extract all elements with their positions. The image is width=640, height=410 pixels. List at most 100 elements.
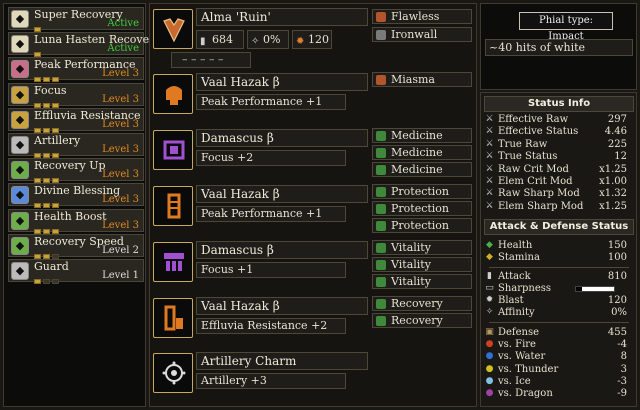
decoration-gem-icon	[376, 148, 386, 158]
status-value: x1.25	[599, 200, 627, 212]
weapon-slot-dash: – – – – –	[171, 52, 251, 68]
decoration-gem-icon	[376, 30, 386, 40]
separator	[489, 267, 629, 268]
decoration-name: Medicine	[391, 129, 443, 142]
phial-type-badge: Phial type: Impact	[519, 12, 613, 42]
status-label: True Status	[498, 151, 558, 163]
armor-slot[interactable]: Vaal Hazak β Effluvia Resistance +2 Recove…	[153, 296, 475, 348]
skill-level: Level 3	[102, 219, 139, 231]
decoration-gem-icon	[376, 260, 386, 270]
skill-name: Focus	[34, 83, 67, 97]
status-row: ⚔ Elem Crit Mod x1.00	[485, 176, 627, 188]
stat-row: ◆ Health 150	[485, 240, 627, 252]
armor-slot[interactable]: Damascus β Focus +1 Vitality Vitality Vitali…	[153, 240, 475, 292]
skill-row[interactable]: ◆ Divine Blessing Level 3	[8, 183, 144, 209]
decoration-gem-icon	[376, 187, 386, 197]
stat-value: 3	[620, 363, 627, 375]
skill-level-bars	[34, 173, 61, 184]
decoration-slot[interactable]: Vitality	[372, 274, 472, 289]
armor-slot[interactable]: Vaal Hazak β Peak Performance +1 Protectio…	[153, 184, 475, 236]
decoration-slot[interactable]: Vitality	[372, 257, 472, 272]
skill-level-bars	[34, 274, 61, 284]
skill-level-bars	[34, 22, 43, 32]
skill-level-bars	[34, 148, 61, 158]
decoration-name: Vitality	[391, 258, 431, 271]
armor-slot[interactable]: Damascus β Focus +2 Medicine Medicine Medici…	[153, 128, 475, 180]
stat-value: 150	[607, 240, 627, 251]
decoration-slot[interactable]: Recovery	[372, 313, 472, 328]
status-label: True Raw	[498, 138, 548, 150]
weapon-affinity: ✧ 0%	[247, 30, 289, 49]
chest-icon	[153, 130, 193, 170]
stat-label: Affinity	[498, 307, 535, 318]
decoration-gem-icon	[376, 204, 386, 214]
stat-value: -3	[617, 375, 627, 387]
skill-row[interactable]: ◆ Recovery Speed Level 2	[8, 233, 144, 259]
skill-level: Level 2	[102, 244, 139, 256]
decoration-name: Protection	[391, 202, 450, 215]
skill-row[interactable]: ◆ Super Recovery Active	[8, 7, 144, 32]
skill-row[interactable]: ◆ Effluvia Resistance Level 3	[8, 107, 144, 133]
artillery-icon: ◆	[11, 136, 29, 154]
stat-label: vs. Water	[498, 351, 546, 363]
health-icon: ◆	[486, 240, 493, 250]
decoration-slot[interactable]: Medicine	[372, 162, 472, 177]
armor-skill: Peak Performance +1	[196, 94, 346, 110]
stamina-icon: ◆	[486, 252, 493, 262]
skill-row[interactable]: ◆ Health Boost Level 3	[8, 208, 144, 234]
stat-label: Attack	[498, 271, 531, 282]
decoration-slot[interactable]: Medicine	[372, 128, 472, 143]
skill-row[interactable]: ◆ Guard Level 1	[8, 259, 144, 284]
status-label: Elem Sharp Mod	[498, 200, 584, 212]
attack-icon: ▮	[487, 271, 492, 281]
status-row: ⚔ True Status 12	[485, 151, 627, 163]
skill-level-bars	[34, 123, 61, 133]
skill-row[interactable]: ◆ Luna Hasten Recovery Active	[8, 32, 161, 58]
decoration-slot[interactable]: Ironwall	[372, 27, 472, 42]
separator	[489, 322, 629, 323]
decoration-name: Vitality	[391, 241, 431, 254]
decoration-slot[interactable]: Protection	[372, 218, 472, 233]
decoration-name: Protection	[391, 219, 450, 232]
skill-name: Artillery	[34, 134, 81, 147]
armor-skill: Focus +1	[196, 262, 346, 278]
stat-label: Sharpness	[498, 283, 552, 294]
fire-icon: ●	[485, 339, 494, 350]
status-value: x1.32	[599, 188, 627, 200]
armor-slot[interactable]: Vaal Hazak β Peak Performance +1 Miasma	[153, 72, 475, 124]
status-label: Effective Raw	[498, 114, 569, 125]
weapon-name: Alma 'Ruin'	[196, 8, 368, 26]
thunder-icon: ●	[485, 363, 494, 374]
armor-name: Vaal Hazak β	[196, 185, 368, 203]
charm-slot[interactable]: Artillery Charm Artillery +3	[153, 351, 475, 403]
stat-row: ● vs. Fire -4	[485, 339, 627, 351]
stat-label: vs. Fire	[498, 339, 536, 351]
decoration-gem-icon	[376, 316, 386, 326]
stat-label: vs. Dragon	[498, 388, 553, 399]
decoration-slot[interactable]: Medicine	[372, 145, 472, 160]
guard-icon: ◆	[11, 262, 29, 280]
skill-level: Level 3	[102, 68, 139, 80]
skill-row[interactable]: ◆ Artillery Level 3	[8, 133, 144, 158]
decoration-slot[interactable]: Vitality	[372, 240, 472, 255]
skill-row[interactable]: ◆ Focus Level 3	[8, 82, 144, 108]
sharpness-bar	[575, 286, 615, 292]
decoration-slot[interactable]: Protection	[372, 201, 472, 216]
charm-name: Artillery Charm	[196, 352, 368, 370]
decoration-slot[interactable]: Miasma	[372, 72, 472, 87]
status-label: Effective Status	[498, 126, 579, 138]
decoration-slot[interactable]: Flawless	[372, 9, 472, 24]
skill-row[interactable]: ◆ Peak Performance Level 3	[8, 57, 144, 83]
decoration-gem-icon	[376, 299, 386, 309]
decoration-slot[interactable]: Recovery	[372, 296, 472, 311]
skill-list-panel: ◆ Super Recovery Active ◆ Luna Hasten Recove…	[3, 3, 161, 407]
skill-name: Guard	[34, 260, 69, 273]
skill-row[interactable]: ◆ Recovery Up Level 3	[8, 158, 144, 184]
stat-label: vs. Ice	[498, 375, 531, 387]
decoration-name: Miasma	[391, 73, 435, 86]
stat-value: 120	[607, 295, 627, 306]
ice-icon: ●	[485, 375, 494, 386]
sword-icon: ⚔	[485, 138, 494, 149]
status-value: 4.46	[604, 126, 627, 138]
decoration-slot[interactable]: Protection	[372, 184, 472, 199]
